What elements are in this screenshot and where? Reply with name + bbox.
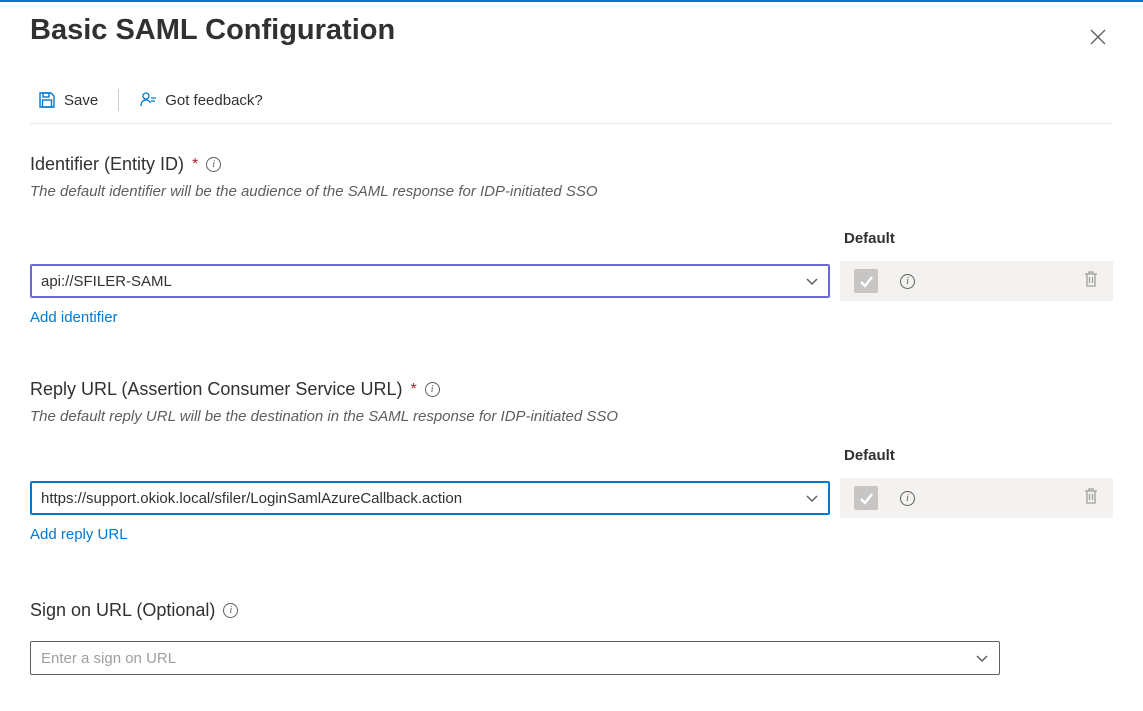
identifier-row: i <box>30 261 1113 301</box>
add-identifier-link[interactable]: Add identifier <box>30 309 118 326</box>
identifier-dropdown-toggle[interactable] <box>795 264 829 298</box>
identifier-default-checkbox[interactable] <box>854 269 878 293</box>
reply-row: i <box>30 478 1113 518</box>
page-title: Basic SAML Configuration <box>30 12 395 50</box>
identifier-default-cell: i <box>840 261 1113 301</box>
info-icon[interactable]: i <box>223 603 238 618</box>
panel-top-accent <box>0 0 1143 2</box>
toolbar: Save Got feedback? <box>30 87 1113 124</box>
chevron-down-icon <box>805 491 819 505</box>
signon-label-row: Sign on URL (Optional) i <box>30 600 1113 621</box>
trash-icon <box>1083 270 1099 288</box>
feedback-button[interactable]: Got feedback? <box>131 87 271 113</box>
toolbar-separator <box>118 89 119 111</box>
signon-section: Sign on URL (Optional) i <box>30 600 1113 675</box>
default-column-header: Default <box>830 230 1113 261</box>
reply-input[interactable] <box>31 482 795 514</box>
required-indicator: * <box>192 156 198 174</box>
reply-default-checkbox[interactable] <box>854 486 878 510</box>
add-reply-url-link[interactable]: Add reply URL <box>30 526 128 543</box>
identifier-section: Identifier (Entity ID) * i The default i… <box>30 154 1113 327</box>
signon-dropdown-toggle[interactable] <box>965 641 999 675</box>
save-icon <box>38 91 56 109</box>
reply-input-wrap[interactable] <box>30 481 830 515</box>
save-button[interactable]: Save <box>30 87 106 113</box>
identifier-delete-button[interactable] <box>1083 270 1099 293</box>
check-icon <box>859 274 874 289</box>
identifier-description: The default identifier will be the audie… <box>30 183 1113 200</box>
chevron-down-icon <box>805 274 819 288</box>
saml-config-panel: Basic SAML Configuration Save Got feedba… <box>0 0 1143 675</box>
reply-label-row: Reply URL (Assertion Consumer Service UR… <box>30 379 1113 400</box>
info-icon[interactable]: i <box>206 157 221 172</box>
identifier-label-row: Identifier (Entity ID) * i <box>30 154 1113 175</box>
feedback-label: Got feedback? <box>165 92 263 109</box>
reply-table: Default i <box>30 447 1113 518</box>
panel-header: Basic SAML Configuration <box>30 0 1113 55</box>
info-icon[interactable]: i <box>900 274 915 289</box>
trash-icon <box>1083 487 1099 505</box>
default-column-header: Default <box>830 447 1113 478</box>
info-icon[interactable]: i <box>425 382 440 397</box>
signon-label: Sign on URL (Optional) <box>30 600 215 621</box>
reply-url-section: Reply URL (Assertion Consumer Service UR… <box>30 379 1113 544</box>
identifier-input[interactable] <box>31 265 795 297</box>
identifier-table: Default i <box>30 230 1113 301</box>
identifier-label: Identifier (Entity ID) <box>30 154 184 175</box>
close-button[interactable] <box>1083 22 1113 55</box>
identifier-input-wrap[interactable] <box>30 264 830 298</box>
reply-delete-button[interactable] <box>1083 487 1099 510</box>
reply-table-head: Default <box>30 447 1113 478</box>
reply-default-cell: i <box>840 478 1113 518</box>
check-icon <box>859 491 874 506</box>
close-icon <box>1089 28 1107 46</box>
signon-input[interactable] <box>31 642 965 674</box>
info-icon[interactable]: i <box>900 491 915 506</box>
reply-label: Reply URL (Assertion Consumer Service UR… <box>30 379 402 400</box>
reply-description: The default reply URL will be the destin… <box>30 408 1113 425</box>
chevron-down-icon <box>975 651 989 665</box>
save-label: Save <box>64 92 98 109</box>
identifier-table-head: Default <box>30 230 1113 261</box>
required-indicator: * <box>410 381 416 399</box>
feedback-icon <box>139 91 157 109</box>
signon-input-wrap[interactable] <box>30 641 1000 675</box>
signon-input-row <box>30 641 1113 675</box>
reply-dropdown-toggle[interactable] <box>795 481 829 515</box>
